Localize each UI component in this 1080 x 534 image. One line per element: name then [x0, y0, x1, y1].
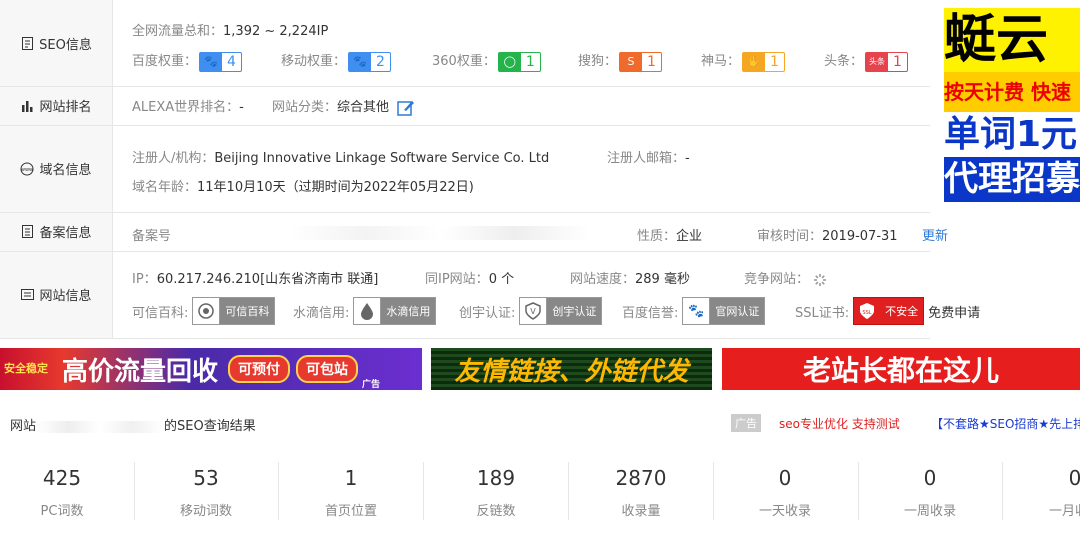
stat-divider: [858, 462, 859, 520]
paw-icon: 🐾: [349, 52, 372, 71]
column-divider: [112, 0, 113, 338]
list-icon: [20, 288, 34, 302]
360-icon: ◯: [498, 52, 521, 71]
site-info-text: 网站信息: [39, 289, 92, 304]
registrant: 注册人/机构：Beijing Innovative Linkage Softwa…: [132, 151, 550, 166]
ad-pricing-line: 按天计费 快速: [944, 72, 1080, 112]
icp-info-label: 备案信息: [0, 212, 112, 251]
baidu-weight[interactable]: 百度权重： 🐾 4: [132, 50, 242, 72]
trust-kexin[interactable]: 可信百科: 可信百科: [132, 297, 276, 325]
row-divider: [0, 125, 930, 126]
svg-text:SSL: SSL: [863, 310, 872, 316]
ad-tag: 广告: [362, 380, 381, 390]
trust-chuangyu[interactable]: 创宇认证: V 创宇认证: [459, 297, 603, 325]
prepay-button[interactable]: 可预付: [228, 355, 291, 383]
total-traffic: 全网流量总和：1,392 ~ 2,224IP: [132, 24, 329, 39]
document-icon: [20, 225, 34, 239]
free-ssl-link[interactable]: 免费申请: [928, 302, 980, 321]
icp-number-redacted: [290, 226, 590, 240]
stat-day-indexed[interactable]: 0 一天收录: [723, 450, 847, 534]
stat-mobile-words[interactable]: 53 移动词数: [144, 450, 268, 534]
row-divider: [0, 338, 930, 339]
stat-pc-words[interactable]: 425 PC词数: [0, 450, 124, 534]
ad-price-line: 单词1元: [944, 112, 1080, 157]
stat-divider: [1002, 462, 1003, 520]
site-speed: 网站速度：289 毫秒: [570, 272, 690, 287]
paw-icon: 🐾: [683, 298, 711, 324]
shenma-weight[interactable]: 神马： ✋ 1: [701, 50, 785, 72]
edit-icon[interactable]: [397, 99, 415, 117]
stat-week-indexed[interactable]: 0 一周收录: [868, 450, 992, 534]
mobile-weight[interactable]: 移动权重： 🐾 2: [281, 50, 391, 72]
update-link[interactable]: 更新: [922, 225, 948, 244]
seo-merchant-link[interactable]: 【不套路★SEO招商★先上排: [931, 415, 1080, 432]
stat-month-indexed[interactable]: 0一月收录: [1013, 450, 1080, 534]
alexa-rank: ALEXA世界排名：-: [132, 100, 244, 115]
result-title: 网站 的SEO查询结果: [10, 419, 256, 434]
stat-divider: [713, 462, 714, 520]
row-divider: [0, 251, 930, 252]
trust-baidu[interactable]: 百度信誉: 🐾 官网认证: [622, 297, 766, 325]
stat-indexed[interactable]: 2870 收录量: [579, 450, 703, 534]
friend-link-banner[interactable]: 友情链接、外链代发: [431, 348, 712, 390]
seo-info-label: SEO信息: [0, 0, 112, 86]
toutiao-weight[interactable]: 头条： 头条 1: [824, 50, 908, 72]
icp-review-time: 审核时间：2019-07-31: [757, 229, 898, 244]
bar-chart-icon: [20, 99, 34, 113]
package-button[interactable]: 可包站: [296, 355, 359, 383]
row-divider: [0, 86, 930, 87]
site-category: 网站分类：综合其他: [272, 96, 415, 117]
site-info-label: 网站信息: [0, 251, 112, 338]
same-ip-sites: 同IP网站：0 个: [425, 272, 515, 287]
loading-spinner-icon: [813, 273, 827, 287]
www-globe-icon: www: [20, 162, 34, 176]
competitor-sites: 竞争网站：: [744, 268, 827, 287]
ip-address: IP：60.217.246.210[山东省济南市 联通]: [132, 272, 379, 287]
icp-number: 备案号: [132, 229, 172, 244]
stat-divider: [134, 462, 135, 520]
paw-icon: 🐾: [200, 52, 223, 71]
icp-nature: 性质：企业: [637, 229, 703, 244]
ad-brand-line: 蜓云: [944, 8, 1080, 72]
traffic-recycle-banner[interactable]: 安全稳定 高价流量回收 可预付 可包站 广告: [0, 348, 422, 390]
redacted-domain: [36, 420, 165, 433]
stat-divider: [278, 462, 279, 520]
row-divider: [0, 212, 930, 213]
trust-shuidi[interactable]: 水滴信用: 水滴信用: [293, 297, 437, 325]
site-rank-text: 网站排名: [39, 100, 92, 115]
stat-divider: [568, 462, 569, 520]
svg-text:www: www: [21, 167, 33, 173]
site-rank-label: 网站排名: [0, 86, 112, 125]
registrant-email: 注册人邮箱：-: [607, 151, 690, 166]
stat-homepage-position[interactable]: 1 首页位置: [289, 450, 413, 534]
ad-label: 广告: [731, 414, 761, 432]
domain-age: 域名年龄：11年10月10天（过期时间为2022年05月22日): [132, 180, 474, 195]
shield-check-icon: V: [520, 298, 548, 324]
toutiao-icon: 头条: [866, 52, 889, 71]
domain-info-text: 域名信息: [39, 163, 92, 178]
svg-text:V: V: [531, 307, 537, 316]
domain-info-label: www 域名信息: [0, 125, 112, 212]
water-drop-icon: [354, 298, 382, 324]
document-icon: [20, 36, 34, 50]
kexin-seal-icon: [193, 298, 221, 324]
shenma-icon: ✋: [743, 52, 766, 71]
seo-promo-link[interactable]: seo专业优化 支持测试: [779, 415, 900, 432]
ad-agent-line: 代理招募: [944, 157, 1080, 202]
stat-backlinks[interactable]: 189 反链数: [434, 450, 558, 534]
old-webmaster-banner[interactable]: 老站长都在这儿: [722, 348, 1080, 390]
ssl-certificate: SSL证书: SSL 不安全 免费申请: [795, 297, 980, 325]
ssl-shield-icon: SSL: [854, 298, 881, 324]
sogou-weight[interactable]: 搜狗： S 1: [578, 50, 662, 72]
stat-divider: [423, 462, 424, 520]
seo-info-text: SEO信息: [39, 37, 92, 53]
icp-info-text: 备案信息: [39, 226, 92, 241]
right-ad-banner[interactable]: 蜓云 按天计费 快速 单词1元 代理招募: [944, 8, 1080, 202]
360-weight[interactable]: 360权重： ◯ 1: [432, 50, 541, 72]
sogou-icon: S: [620, 52, 643, 71]
